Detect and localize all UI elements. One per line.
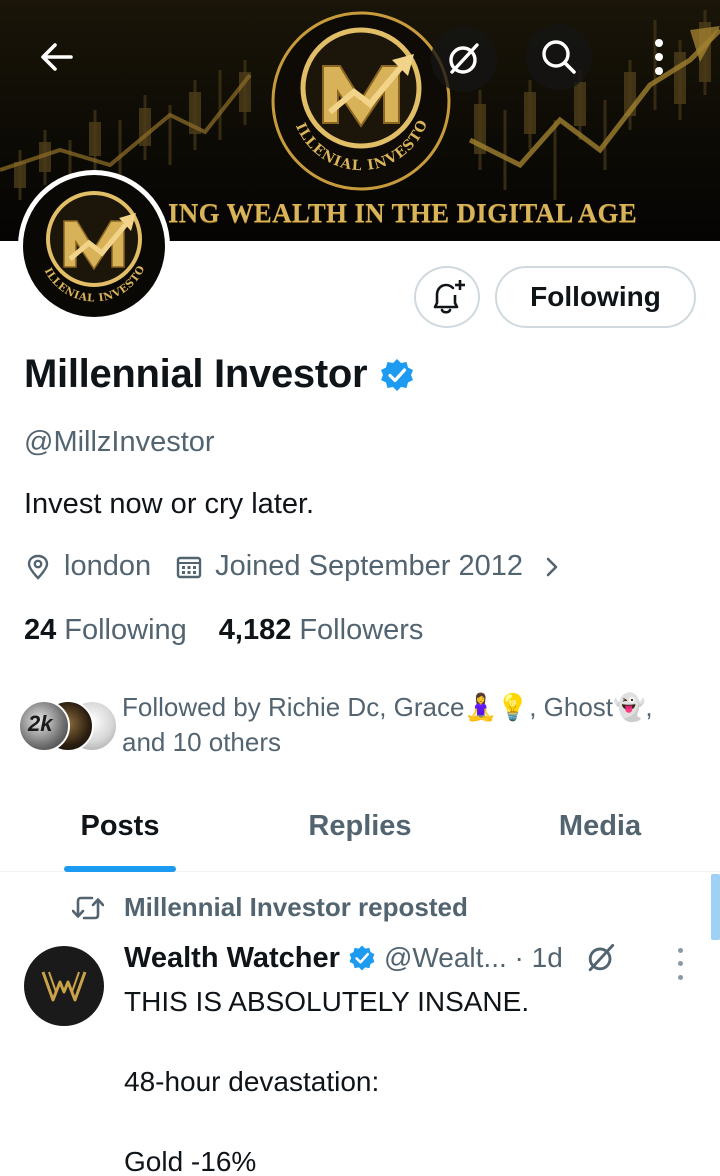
verified-badge-icon bbox=[349, 945, 375, 971]
profile-tabs: Posts Replies Media bbox=[0, 790, 720, 872]
profile-location: london bbox=[64, 550, 152, 582]
calendar-icon bbox=[176, 556, 202, 578]
profile-bio: Invest now or cry later. bbox=[24, 488, 315, 520]
post-text[interactable]: THIS IS ABSOLUTELY INSANE. 48-hour devas… bbox=[124, 982, 684, 1176]
following-count-link[interactable]: 24 Following bbox=[24, 614, 187, 647]
search-button[interactable] bbox=[526, 24, 592, 90]
followers-count-link[interactable]: 4,182 Followers bbox=[219, 614, 424, 647]
following-label: Following bbox=[64, 614, 187, 646]
profile-handle: @MillzInvestor bbox=[24, 426, 215, 458]
tab-media[interactable]: Media bbox=[480, 790, 720, 871]
profile-joined-date: Joined September 2012 bbox=[215, 550, 524, 582]
more-dot bbox=[677, 948, 683, 954]
grok-icon bbox=[449, 43, 479, 74]
post-more-button[interactable] bbox=[664, 944, 696, 984]
location-pin-icon bbox=[27, 554, 49, 580]
wealth-watcher-logo bbox=[41, 971, 87, 1002]
followed-by-text: Followed by Richie Dc, Grace🧘‍♀️💡, Ghost… bbox=[122, 692, 653, 757]
banner-tagline: ING WEALTH IN THE DIGITAL AGE bbox=[168, 198, 638, 228]
follower-avatar-label: 2k bbox=[28, 711, 53, 736]
repost-label[interactable]: Millennial Investor reposted bbox=[124, 892, 468, 923]
bell-plus-icon bbox=[433, 280, 465, 314]
chevron-right-icon[interactable] bbox=[541, 556, 563, 578]
more-vertical-icon bbox=[655, 39, 663, 75]
profile-avatar[interactable]: MILLENIAL INVESTOR bbox=[18, 170, 170, 322]
more-dot bbox=[677, 961, 683, 967]
following-count: 24 bbox=[24, 614, 57, 646]
avatar-logo: MILLENIAL INVESTOR bbox=[23, 175, 165, 317]
followers-label: Followers bbox=[299, 614, 424, 646]
active-tab-indicator bbox=[64, 866, 176, 872]
followers-count: 4,182 bbox=[218, 614, 292, 646]
following-button[interactable]: Following bbox=[495, 266, 696, 328]
post-line: THIS IS ABSOLUTELY INSANE. bbox=[124, 986, 530, 1017]
post-line: Gold -16% bbox=[124, 1146, 257, 1176]
back-button[interactable] bbox=[24, 24, 90, 90]
profile-meta: london Joined September 2012 bbox=[24, 550, 563, 583]
post-author-name[interactable]: Wealth Watcher bbox=[124, 942, 340, 975]
post-handle-time: @Wealt... · 1d bbox=[383, 942, 563, 973]
arrow-left-icon bbox=[41, 43, 73, 71]
post-author-avatar[interactable] bbox=[24, 946, 104, 1026]
post-header: Wealth Watcher @Wealt... · 1d bbox=[124, 940, 619, 976]
notifications-button[interactable] bbox=[414, 266, 480, 328]
scrollbar-thumb[interactable] bbox=[711, 874, 720, 940]
followed-by-avatars: 2k bbox=[18, 700, 118, 756]
grok-button[interactable] bbox=[431, 26, 497, 92]
post-line: 48-hour devastation: bbox=[124, 1066, 380, 1097]
tab-posts[interactable]: Posts bbox=[0, 790, 240, 871]
search-icon bbox=[542, 40, 576, 74]
repost-context: Millennial Investor reposted bbox=[72, 892, 468, 923]
grok-icon[interactable] bbox=[583, 940, 619, 976]
repost-icon bbox=[72, 896, 104, 919]
tab-replies[interactable]: Replies bbox=[240, 790, 480, 871]
follow-stats: 24 Following 4,182 Followers bbox=[24, 614, 423, 647]
followed-by-row[interactable]: 2k Followed by Richie Dc, Grace🧘‍♀️💡, Gh… bbox=[18, 690, 662, 760]
verified-badge-icon[interactable] bbox=[379, 357, 415, 393]
display-name-row: Millennial Investor bbox=[24, 352, 415, 397]
more-options-button[interactable] bbox=[626, 24, 692, 90]
banner-logo: MILLENIAL INVESTOR bbox=[268, 8, 451, 191]
more-dot bbox=[677, 974, 683, 980]
display-name: Millennial Investor bbox=[24, 352, 368, 396]
